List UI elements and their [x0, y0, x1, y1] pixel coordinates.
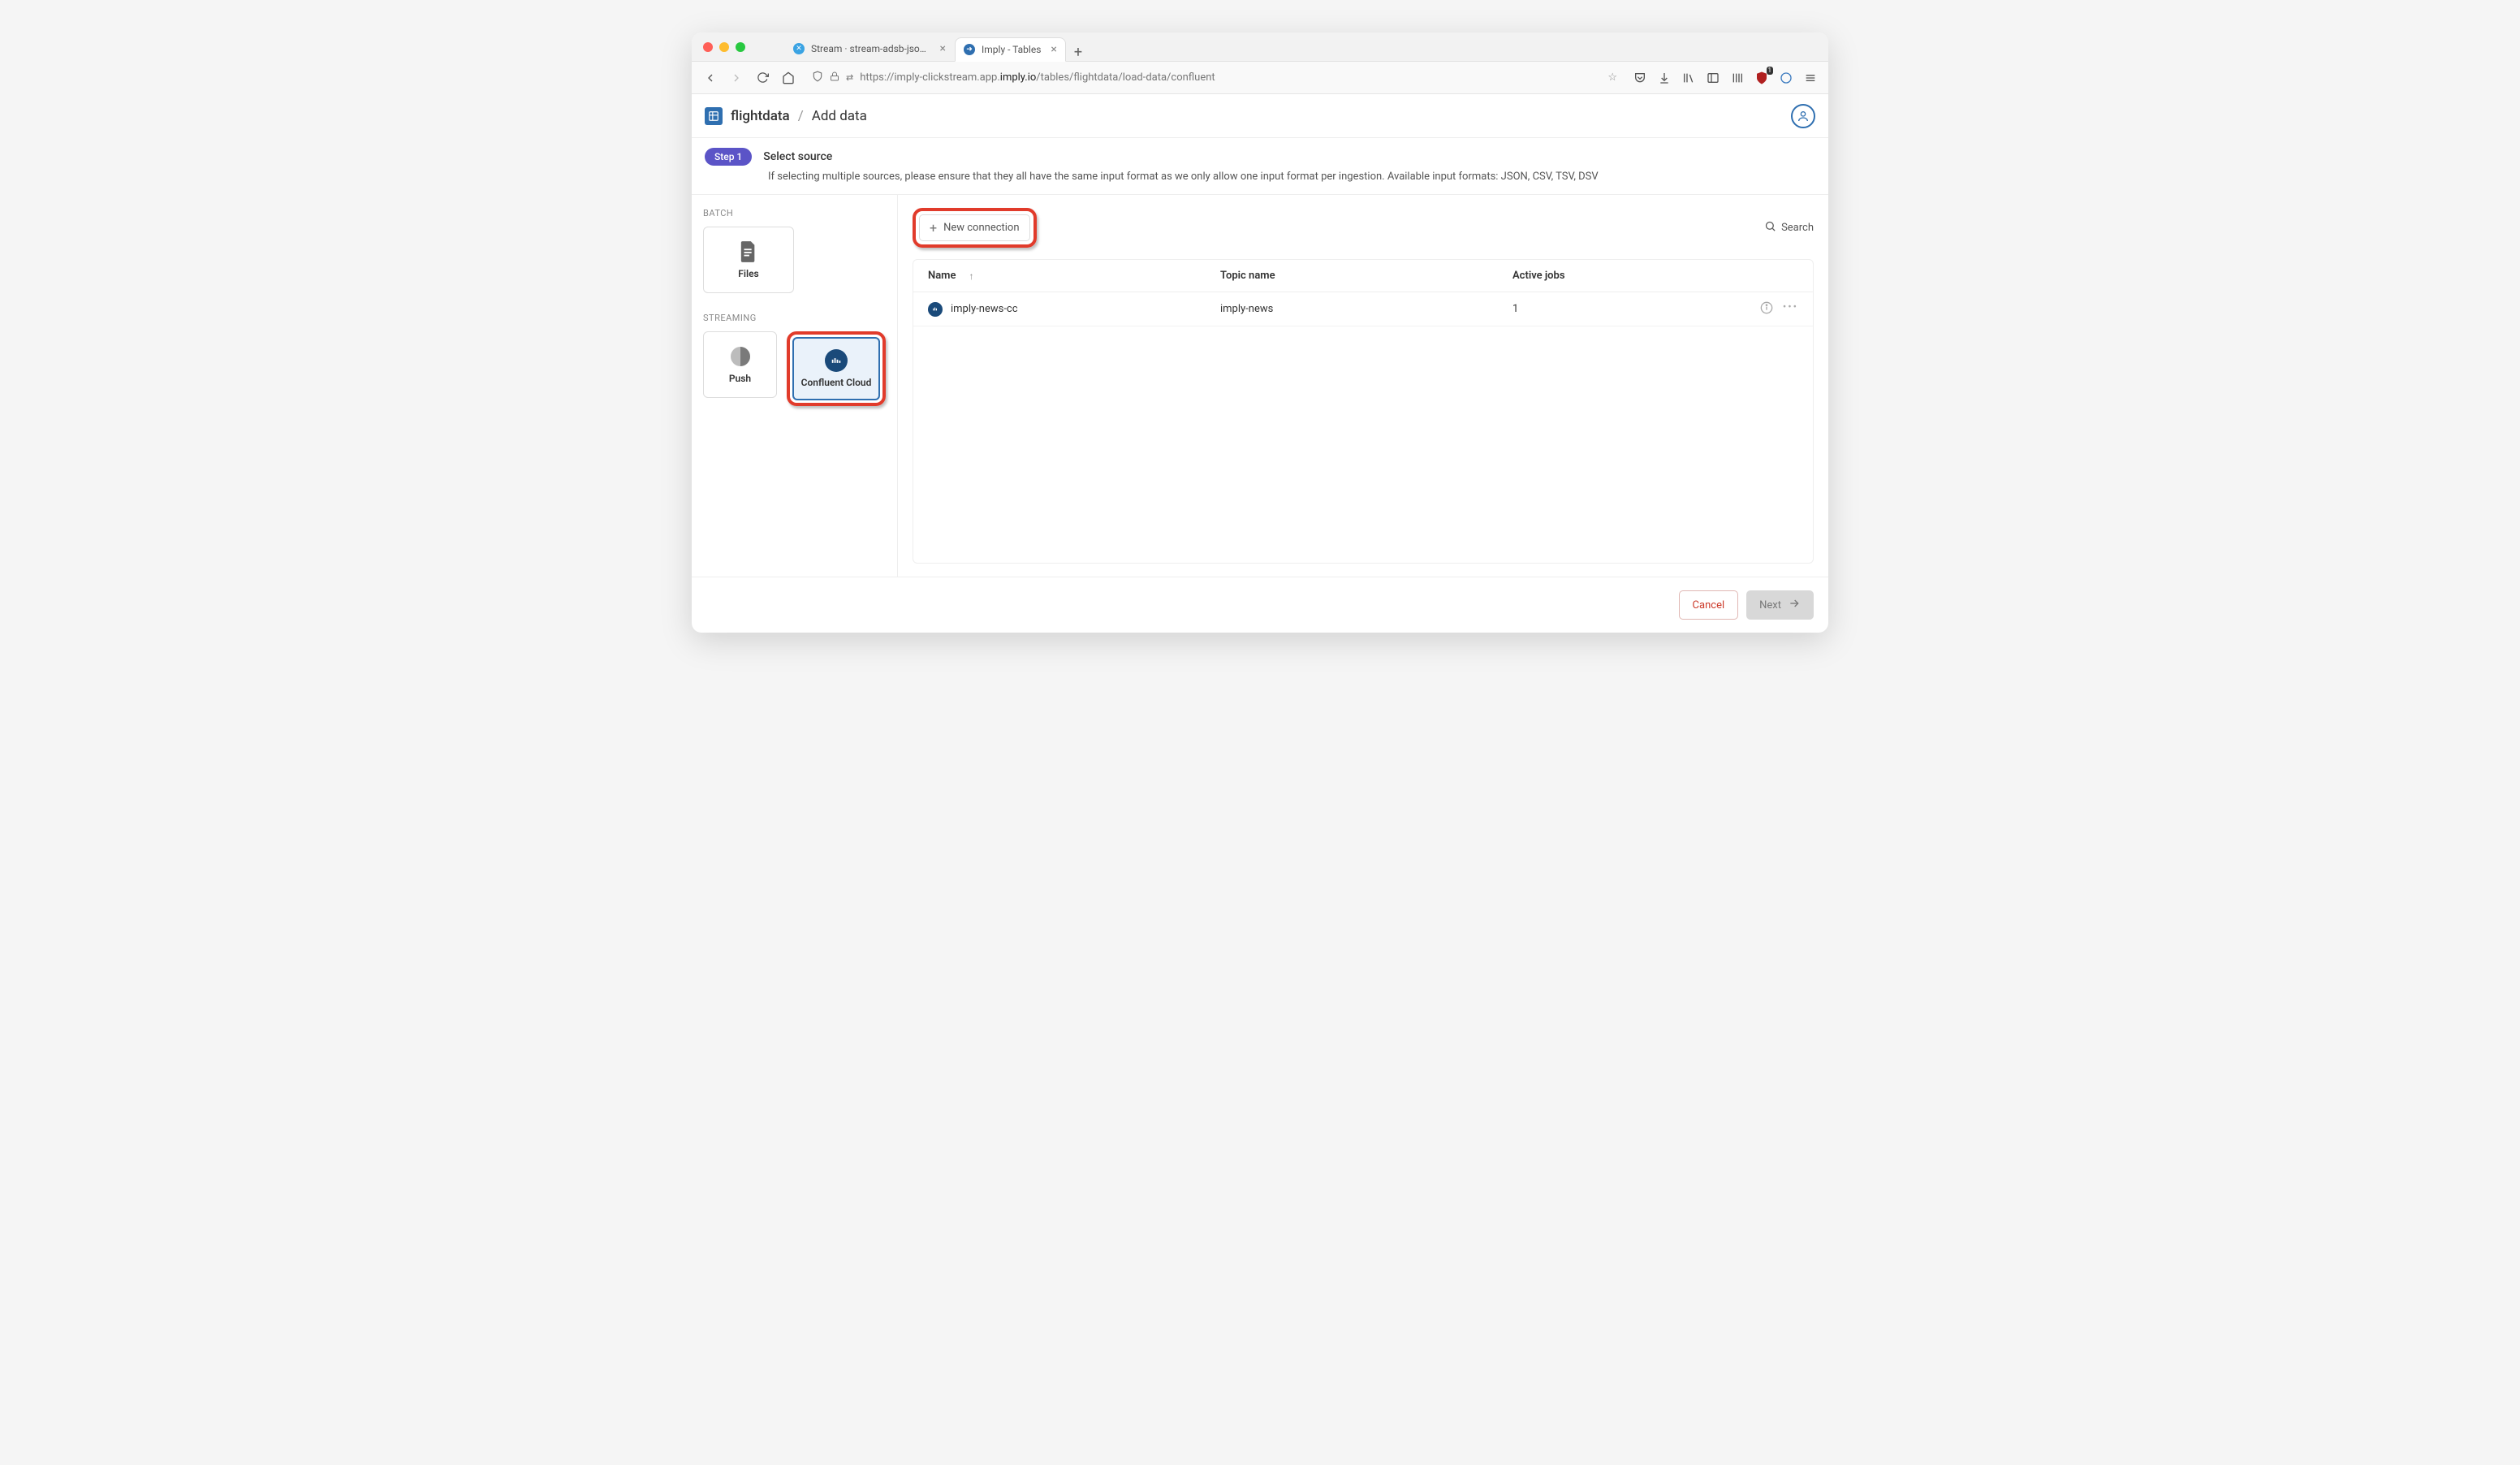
reload-button[interactable]	[753, 69, 771, 87]
step-chip: Step 1	[705, 148, 752, 166]
connections-table: Name ↑ Topic name Active jobs imply-news…	[913, 259, 1814, 564]
breadcrumb: flightdata / Add data	[705, 107, 867, 125]
search-icon	[1764, 220, 1776, 236]
url-bar: ⇄ https://imply-clickstream.app.imply.io…	[692, 62, 1828, 94]
titlebar: ✕ Stream · stream-adsb-json [Dec × ➜ Imp…	[692, 32, 1828, 62]
push-swirl-icon	[729, 345, 752, 368]
forward-button[interactable]	[727, 69, 745, 87]
cancel-label: Cancel	[1693, 599, 1725, 611]
breadcrumb-separator: /	[798, 108, 804, 124]
url-field[interactable]: ⇄ https://imply-clickstream.app.imply.io…	[805, 67, 1624, 89]
next-label: Next	[1759, 599, 1781, 611]
extension-grid-icon[interactable]	[1729, 70, 1745, 86]
home-button[interactable]	[779, 69, 797, 87]
browser-tab-active[interactable]: ➜ Imply - Tables ×	[955, 37, 1066, 62]
new-connection-button[interactable]: + New connection	[919, 214, 1030, 241]
back-button[interactable]	[701, 69, 719, 87]
tab-label: Stream · stream-adsb-json [Dec	[811, 43, 930, 54]
app-header: flightdata / Add data	[692, 94, 1828, 138]
main: BATCH Files STREAMING Push	[692, 195, 1828, 577]
col-name-header[interactable]: Name	[928, 270, 956, 282]
browser-tabs: ✕ Stream · stream-adsb-json [Dec × ➜ Imp…	[784, 32, 1090, 61]
row-jobs: 1	[1512, 303, 1741, 315]
step-description: If selecting multiple sources, please en…	[768, 171, 1815, 183]
downloads-icon[interactable]	[1656, 70, 1672, 86]
col-jobs-header[interactable]: Active jobs	[1512, 270, 1741, 282]
shield-badge: 1	[1767, 67, 1774, 75]
window-maximize-button[interactable]	[736, 42, 745, 52]
source-sidebar: BATCH Files STREAMING Push	[692, 195, 898, 577]
tab-close-icon[interactable]: ×	[940, 42, 946, 55]
settings-toggle-icon: ⇄	[846, 72, 853, 83]
more-icon[interactable]: •••	[1783, 301, 1798, 318]
file-icon	[737, 240, 760, 263]
row-topic: imply-news	[1220, 303, 1512, 315]
breadcrumb-page: Add data	[812, 108, 867, 124]
batch-section-label: BATCH	[703, 208, 886, 218]
tab-favicon-icon: ➜	[964, 44, 975, 55]
search-label: Search	[1781, 222, 1814, 234]
shield-icon	[812, 71, 823, 85]
confluent-icon	[825, 349, 848, 372]
window-close-button[interactable]	[703, 42, 713, 52]
source-push-card[interactable]: Push	[703, 331, 777, 398]
lock-icon	[830, 71, 839, 84]
tab-label: Imply - Tables	[982, 44, 1041, 55]
browser-window: ✕ Stream · stream-adsb-json [Dec × ➜ Imp…	[692, 32, 1828, 633]
cancel-button[interactable]: Cancel	[1679, 590, 1739, 620]
col-topic-header[interactable]: Topic name	[1220, 270, 1512, 282]
bookmark-star-icon[interactable]: ☆	[1607, 71, 1617, 84]
next-button[interactable]: Next	[1746, 590, 1814, 620]
footer: Cancel Next	[692, 577, 1828, 633]
sort-asc-icon: ↑	[969, 270, 973, 282]
tab-favicon-icon: ✕	[793, 43, 805, 54]
table-row[interactable]: imply-news-cc imply-news 1 •••	[913, 292, 1813, 326]
source-confluent-card[interactable]: Confluent Cloud	[792, 337, 880, 400]
url-text: https://imply-clickstream.app.imply.io/t…	[860, 71, 1215, 84]
step-title: Select source	[763, 150, 832, 163]
breadcrumb-table[interactable]: flightdata	[731, 108, 790, 124]
library-icon[interactable]	[1681, 70, 1697, 86]
new-tab-button[interactable]: +	[1066, 44, 1090, 61]
new-connection-label: New connection	[943, 222, 1019, 234]
arrow-right-icon	[1788, 597, 1801, 613]
browser-tab-inactive[interactable]: ✕ Stream · stream-adsb-json [Dec ×	[784, 37, 955, 61]
streaming-section-label: STREAMING	[703, 313, 886, 323]
info-icon[interactable]	[1760, 301, 1773, 318]
plus-icon: +	[930, 220, 937, 236]
table-header: Name ↑ Topic name Active jobs	[913, 260, 1813, 292]
extension-icon[interactable]	[1778, 70, 1794, 86]
window-minimize-button[interactable]	[719, 42, 729, 52]
source-files-label: Files	[738, 268, 758, 279]
search-button[interactable]: Search	[1764, 220, 1814, 236]
confluent-highlight: Confluent Cloud	[787, 331, 886, 406]
content-pane: + New connection Search Name ↑	[898, 195, 1828, 577]
hamburger-menu-icon[interactable]	[1802, 70, 1819, 86]
step-bar: Step 1 Select source If selecting multip…	[692, 138, 1828, 195]
new-connection-highlight: + New connection	[913, 208, 1037, 248]
toolbar-right: 1	[1632, 70, 1819, 86]
source-files-card[interactable]: Files	[703, 227, 794, 293]
confluent-row-icon	[928, 302, 943, 317]
table-icon	[705, 107, 723, 125]
traffic-lights	[703, 42, 745, 52]
ublock-shield-icon[interactable]: 1	[1754, 70, 1770, 86]
pocket-icon[interactable]	[1632, 70, 1648, 86]
source-push-label: Push	[729, 373, 751, 384]
sidebar-toggle-icon[interactable]	[1705, 70, 1721, 86]
tab-close-icon[interactable]: ×	[1051, 43, 1056, 56]
source-confluent-label: Confluent Cloud	[801, 377, 872, 388]
user-avatar[interactable]	[1791, 104, 1815, 128]
row-name: imply-news-cc	[951, 303, 1018, 315]
